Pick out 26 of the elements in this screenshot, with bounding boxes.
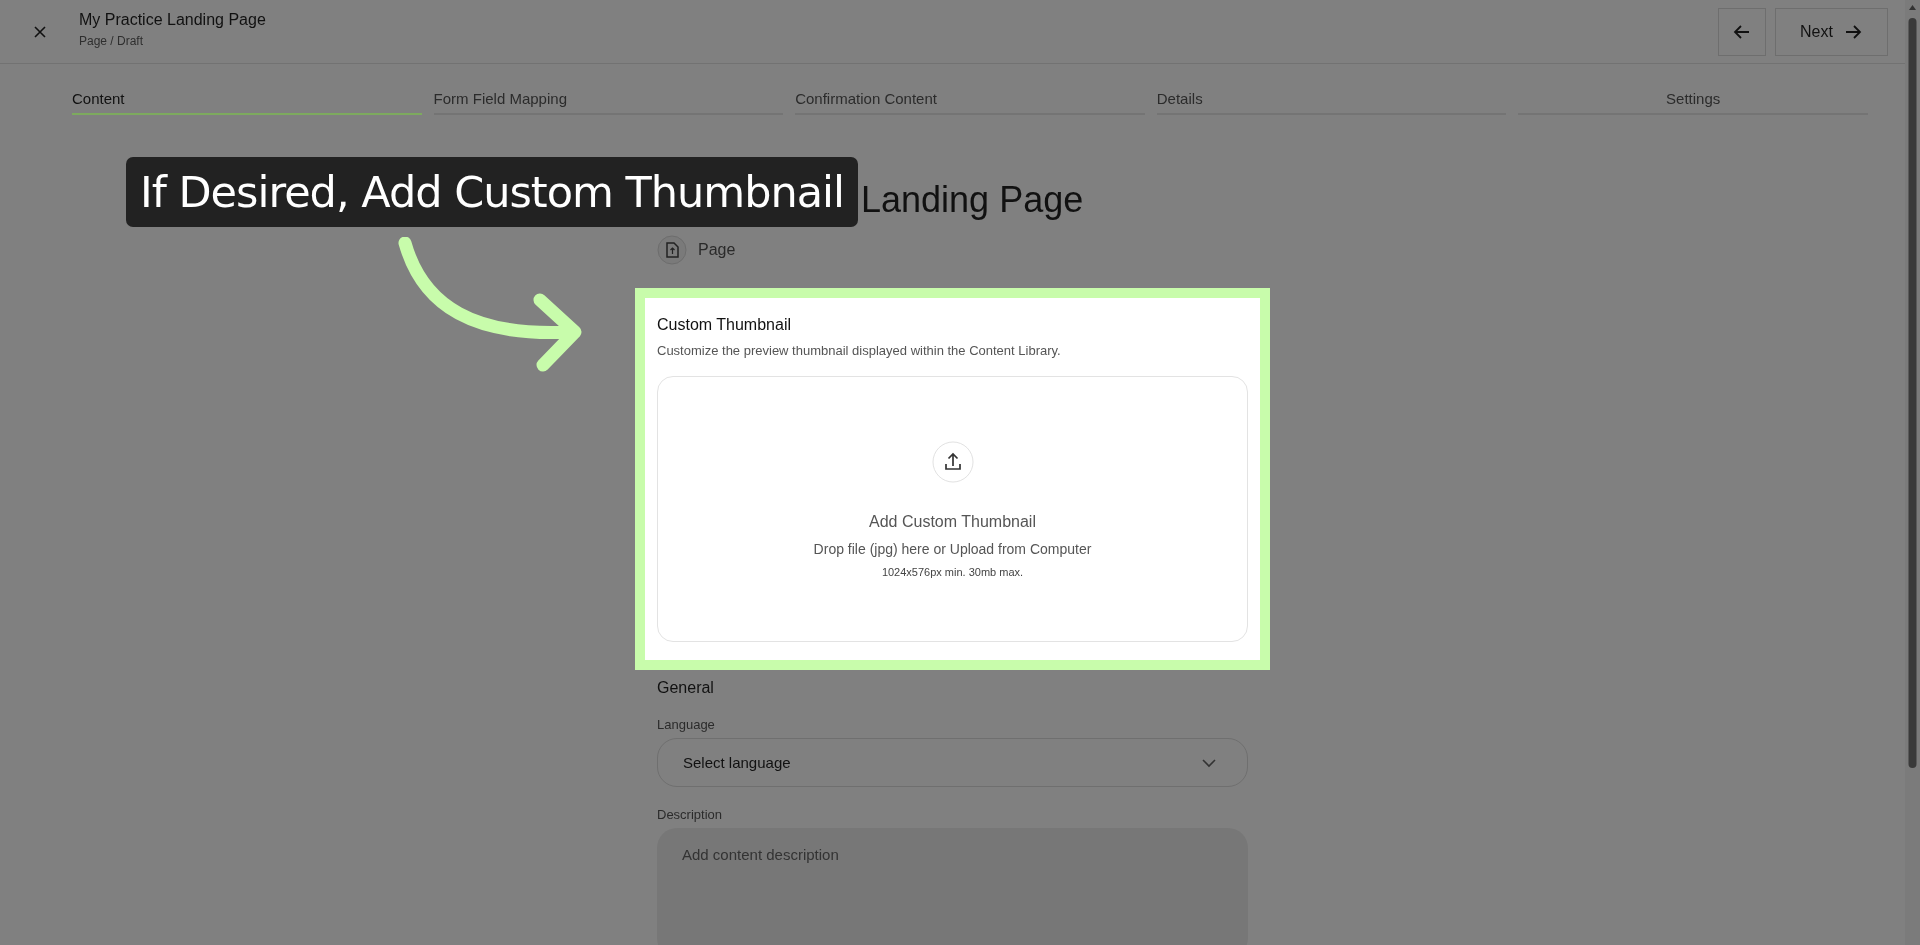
section-title: General	[657, 679, 715, 697]
step-tab[interactable]: Content	[72, 90, 422, 115]
language-dropdown[interactable]: Select language	[657, 738, 1248, 787]
close-icon[interactable]	[33, 24, 47, 39]
document-icon	[657, 235, 687, 265]
section-description: Customize the preview thumbnail displayed within the Content Library.	[657, 343, 1062, 358]
step-tab[interactable]: Details	[1156, 90, 1507, 115]
content-type-label: Page	[698, 241, 736, 259]
step-tab[interactable]: Confirmation Content	[795, 90, 1145, 115]
breadcrumb: Page / Draft	[79, 34, 145, 48]
description-field[interactable]: Add content description	[657, 828, 1248, 945]
back-button[interactable]	[1718, 7, 1766, 56]
step-tab[interactable]: Form Field Mapping	[433, 90, 784, 115]
callout-label: If Desired, Add Custom Thumbnail	[126, 157, 858, 227]
next-button[interactable]: Next	[1775, 7, 1888, 56]
field-label: Language	[657, 717, 716, 732]
field-label: Description	[657, 807, 724, 822]
page-title: My Practice Landing Page	[79, 11, 266, 29]
upload-hint: Drop file (jpg) here or Upload from Computer	[813, 540, 1092, 557]
upload-dropzone[interactable]: Add Custom Thumbnail Drop file (jpg) here or Upload from Computer 1024x576px min. 30mb max.	[657, 376, 1248, 642]
upload-icon[interactable]	[931, 440, 974, 483]
page-heading: Landing Page	[861, 178, 1085, 222]
section-title: Custom Thumbnail	[657, 316, 792, 334]
step-tab[interactable]: Settings	[1518, 90, 1868, 115]
upload-title: Add Custom Thumbnail	[869, 512, 1036, 531]
upload-limits: 1024x576px min. 30mb max.	[881, 565, 1024, 578]
